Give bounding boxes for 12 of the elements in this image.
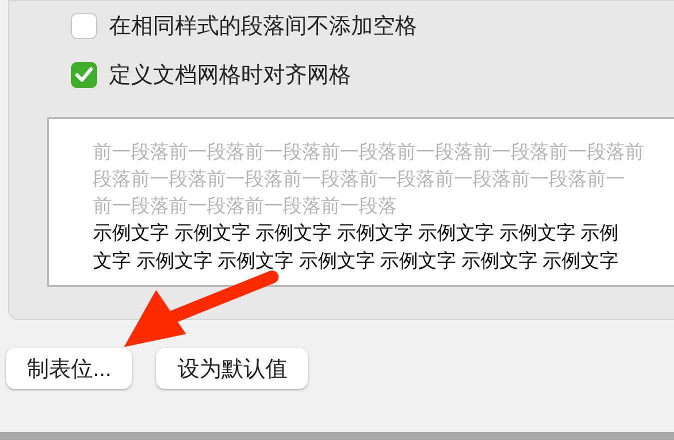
sample-text: 文字 示例文字 示例文字 示例文字 示例文字 示例文字 示例文字 bbox=[93, 250, 619, 274]
previous-paragraph-text: 前一段落前一段落前一段落前一段落 bbox=[93, 195, 397, 219]
dialog-button[interactable]: 制表位... bbox=[6, 348, 132, 389]
checkmark-icon bbox=[75, 66, 93, 82]
previous-paragraph-text: 段落前一段落前一段落前一段落前一段落前一段落前一段落前一 bbox=[93, 168, 625, 192]
option-label: 在相同样式的段落间不添加空格 bbox=[109, 12, 417, 40]
checkbox[interactable] bbox=[71, 12, 97, 38]
option-label: 定义文档网格时对齐网格 bbox=[109, 61, 351, 89]
sample-text: 示例文字 示例文字 示例文字 示例文字 示例文字 示例文字 示例 bbox=[93, 222, 619, 246]
checkbox[interactable] bbox=[71, 62, 97, 88]
previous-paragraph-text: 前一段落前一段落前一段落前一段落前一段落前一段落前一段落前 bbox=[93, 141, 644, 165]
dialog-button[interactable]: 设为默认值 bbox=[156, 348, 308, 389]
